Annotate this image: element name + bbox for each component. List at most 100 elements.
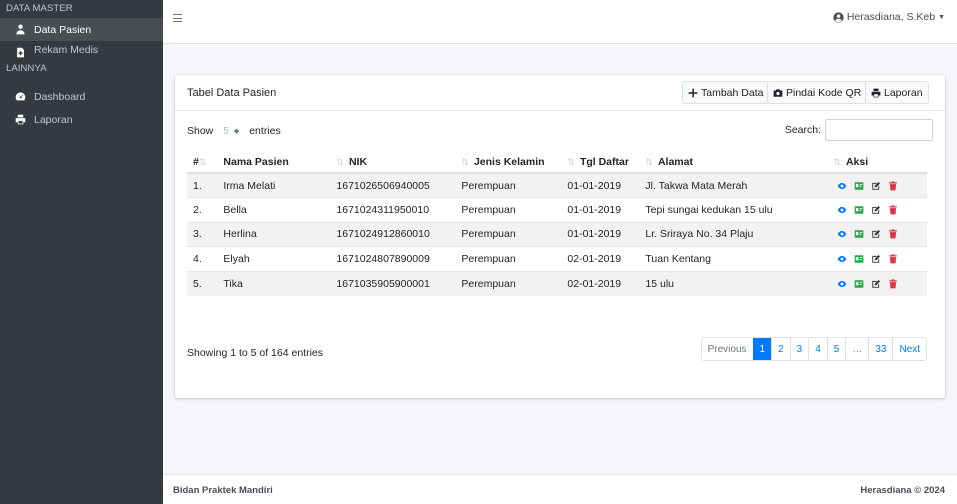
search-box: Search: — [785, 119, 933, 141]
sort-arrows-icon: ◆ — [233, 128, 240, 135]
pagination: Previous 1 2 3 4 5… 33 Next — [700, 337, 927, 361]
previous-button[interactable]: Previous — [702, 338, 753, 360]
row-nama: Tika — [217, 270, 331, 296]
row-actions — [827, 270, 927, 296]
plus-icon — [688, 88, 698, 98]
qrcode-card-icon[interactable] — [854, 254, 864, 264]
trash-icon[interactable] — [888, 278, 898, 289]
next-button[interactable]: Next — [892, 338, 926, 360]
row-alamat: Lr. Sriraya No. 34 Plaju — [639, 221, 828, 247]
row-alamat: Jl. Takwa Mata Merah — [639, 172, 828, 198]
edit-icon[interactable] — [871, 181, 881, 191]
page-link[interactable]: 1 — [752, 338, 772, 360]
page-ellipsis: … — [845, 338, 868, 360]
row-number: 1. — [187, 172, 218, 198]
trash-icon[interactable] — [888, 205, 898, 215]
sidebar-item-data-pasien[interactable]: Data Pasien — [0, 18, 163, 41]
user-name: Herasdiana, S.Keb — [846, 11, 936, 23]
add-data-label: Tambah Data — [701, 86, 764, 99]
sidebar-item-label: Laporan — [34, 113, 73, 126]
col-nik[interactable]: ⇅ NIK — [330, 151, 456, 174]
camera-icon — [773, 88, 783, 98]
print-icon — [13, 113, 27, 127]
edit-icon[interactable] — [871, 205, 881, 215]
edit-icon[interactable] — [871, 279, 881, 289]
page-link[interactable]: 5 — [826, 338, 846, 360]
row-nama: Irma Melati — [217, 172, 331, 198]
trash-icon[interactable] — [888, 180, 898, 191]
col-jenis-kelamin[interactable]: ⇅ Jenis Kelamin — [455, 151, 562, 174]
col-number[interactable]: #⇅ — [187, 151, 218, 174]
edit-icon[interactable] — [871, 254, 881, 264]
row-actions — [827, 221, 927, 247]
entries-select[interactable]: 5 ◆ — [217, 123, 246, 139]
eye-icon[interactable] — [837, 229, 847, 239]
eye-icon[interactable] — [837, 205, 847, 215]
hamburger-icon[interactable] — [173, 14, 185, 26]
row-nik: 1671035905900001 — [330, 270, 456, 296]
row-nama: Bella — [217, 197, 331, 222]
user-circle-icon — [833, 11, 844, 23]
col-tgl-daftar[interactable]: ⇅ Tgl Daftar — [561, 151, 640, 174]
row-jenis-kelamin: Perempuan — [455, 270, 562, 296]
trash-icon[interactable] — [888, 254, 898, 264]
add-data-button[interactable]: Tambah Data — [682, 81, 770, 104]
qrcode-card-icon[interactable] — [854, 205, 864, 215]
file-medical-icon — [13, 45, 27, 59]
footer-left: Bidan Praktek Mandiri — [173, 485, 273, 496]
row-nama: Herlina — [217, 221, 331, 247]
page-link[interactable]: 3 — [789, 338, 809, 360]
qrcode-card-icon[interactable] — [854, 229, 864, 239]
eye-icon[interactable] — [837, 181, 847, 191]
patient-table-card: Tabel Data Pasien Tambah Data Pindai Kod… — [175, 75, 945, 398]
row-actions — [827, 246, 927, 271]
search-input[interactable] — [825, 119, 933, 141]
row-actions — [827, 172, 927, 198]
row-number: 5. — [187, 270, 218, 296]
sidebar-item-dashboard[interactable]: Dashboard — [0, 85, 163, 108]
qrcode-card-icon[interactable] — [854, 279, 864, 289]
col-nama[interactable]: Nama Pasien — [217, 151, 331, 174]
entries-label: entries — [249, 125, 281, 137]
print-icon — [871, 88, 881, 98]
topbar: Herasdiana, S.Keb ▼ — [163, 0, 957, 44]
row-jenis-kelamin: Perempuan — [455, 246, 562, 271]
table-row: 3. Herlina 1671024912860010 Perempuan 01-01-… — [187, 221, 927, 247]
card-title: Tabel Data Pasien — [187, 87, 277, 99]
report-button[interactable]: Laporan — [865, 81, 929, 104]
scan-qr-label: Pindai Kode QR — [786, 86, 862, 99]
sidebar-item-label: Data Pasien — [34, 23, 92, 36]
card-header: Tabel Data Pasien Tambah Data Pindai Kod… — [175, 75, 945, 111]
search-label: Search: — [784, 124, 821, 136]
footer-right: Herasdiana © 2024 — [860, 485, 945, 496]
row-alamat: Tepi sungai kedukan 15 ulu — [639, 197, 828, 222]
sidebar-item-label: Rekam Medis — [34, 44, 99, 56]
eye-icon[interactable] — [837, 254, 847, 264]
table-controls: Show 5 ◆ entries Search: — [187, 119, 933, 141]
row-nik: 1671024311950010 — [330, 197, 456, 222]
sidebar-item-label: Dashboard — [34, 90, 86, 103]
row-nik: 1671024912860010 — [330, 221, 456, 247]
edit-icon[interactable] — [871, 229, 881, 239]
table-row: 1. Irma Melati 1671026506940005 Perempuan 01… — [187, 172, 927, 198]
row-nik: 1671024807890009 — [330, 246, 456, 271]
page-footer: Bidan Praktek Mandiri Herasdiana © 2024 — [163, 474, 957, 504]
col-aksi[interactable]: ⇅ Aksi — [827, 151, 927, 174]
user-menu[interactable]: Herasdiana, S.Keb ▼ — [833, 11, 945, 23]
table-row: 4. Elyah 1671024807890009 Perempuan 02-01-20… — [187, 246, 927, 271]
row-actions — [827, 197, 927, 222]
page-link[interactable]: 33 — [868, 338, 892, 360]
col-alamat[interactable]: ⇅ Alamat — [639, 151, 828, 174]
show-label: Show — [187, 125, 214, 137]
eye-icon[interactable] — [837, 279, 847, 289]
table-info: Showing 1 to 5 of 164 entries — [187, 347, 324, 359]
sidebar-item-laporan[interactable]: Laporan — [0, 108, 163, 131]
page-link[interactable]: 2 — [771, 338, 790, 360]
scan-qr-button[interactable]: Pindai Kode QR — [767, 81, 868, 104]
page-link[interactable]: 4 — [808, 338, 827, 360]
row-tgl-daftar: 01-01-2019 — [561, 172, 640, 198]
trash-icon[interactable] — [888, 229, 898, 239]
row-tgl-daftar: 01-01-2019 — [561, 197, 640, 222]
qrcode-card-icon[interactable] — [854, 181, 864, 191]
row-jenis-kelamin: Perempuan — [455, 221, 562, 247]
